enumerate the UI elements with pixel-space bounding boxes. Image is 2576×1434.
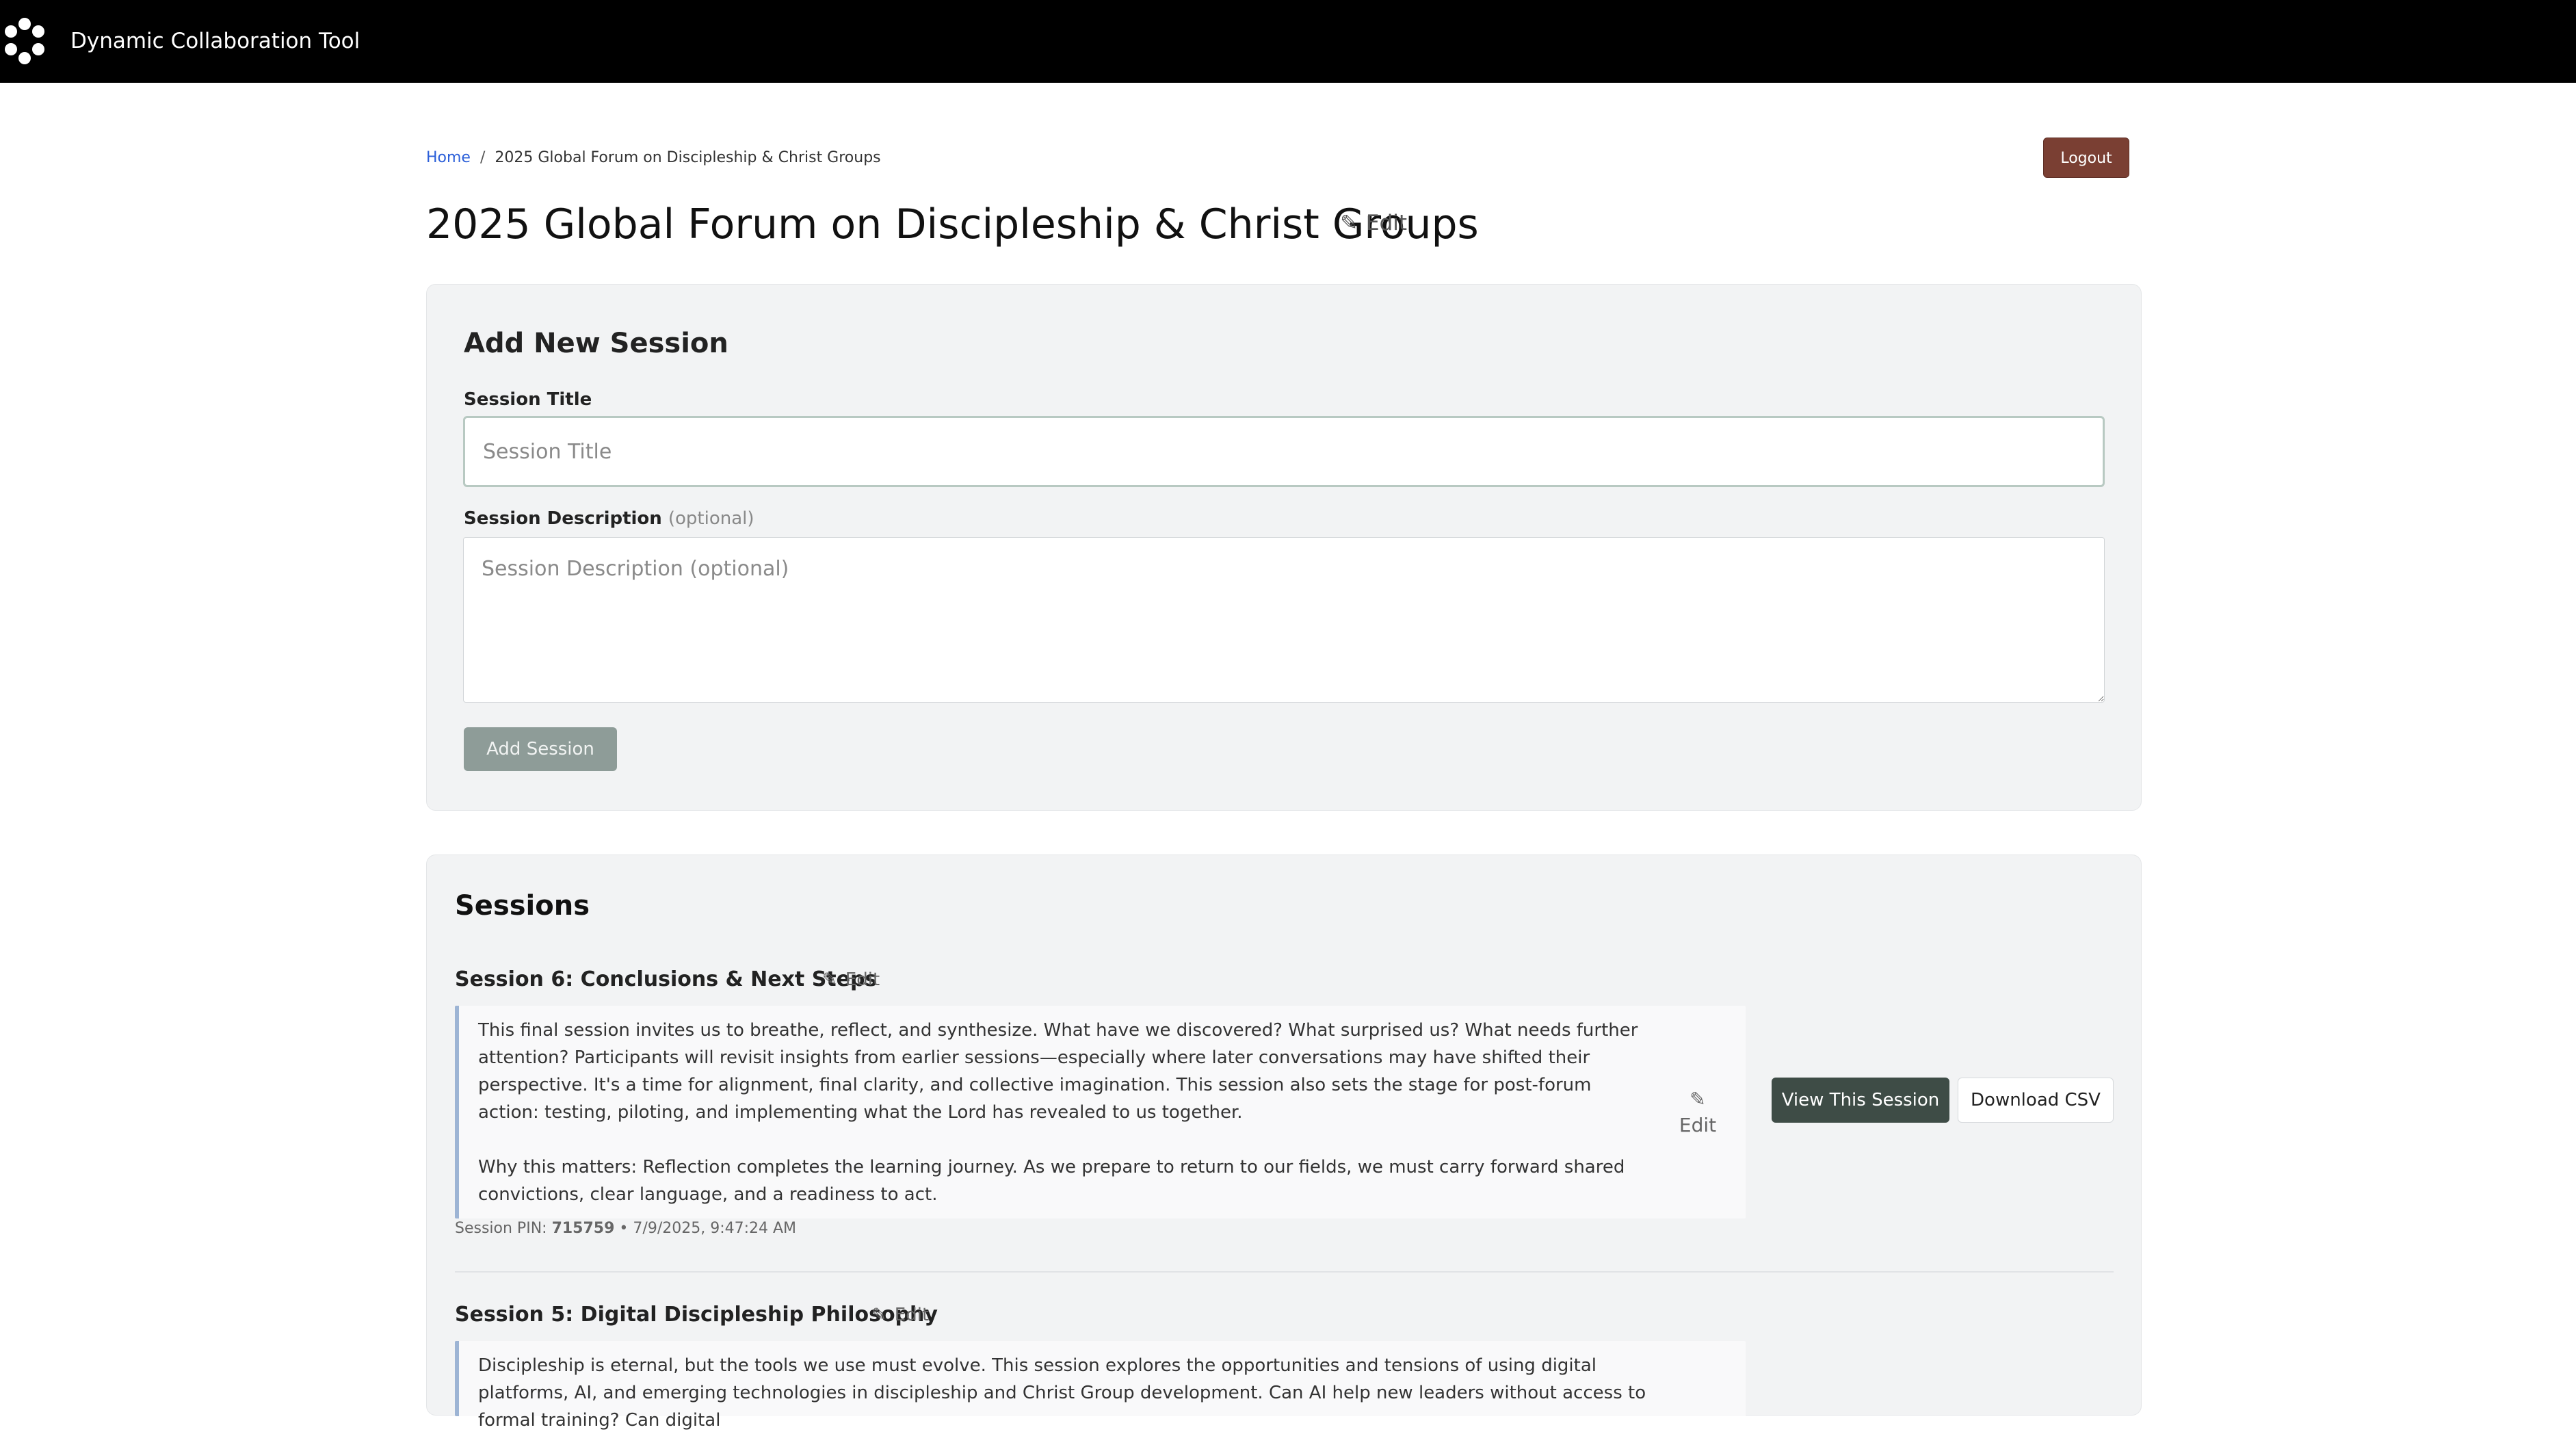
- session-pin-label: Session PIN:: [455, 1220, 547, 1237]
- sessions-card: Sessions Session 6: Conclusions & Next S…: [426, 855, 2142, 1431]
- session-description-input[interactable]: [463, 537, 2105, 703]
- optional-hint: (optional): [668, 508, 754, 529]
- edit-description-button[interactable]: ✎ Edit: [1670, 1086, 1725, 1138]
- session-description-label-text: Session Description: [464, 508, 662, 529]
- session-description-paragraph: Discipleship is eternal, but the tools w…: [478, 1355, 1646, 1431]
- session-description: Discipleship is eternal, but the tools w…: [455, 1341, 1746, 1431]
- page-title: 2025 Global Forum on Discipleship & Chri…: [426, 200, 1479, 248]
- edit-title-label: Edit: [1365, 211, 1408, 235]
- session-timestamp: 7/9/2025, 9:47:24 AM: [633, 1220, 797, 1237]
- pencil-icon: ✎: [1340, 211, 1358, 235]
- session-title-label: Session Title: [464, 389, 592, 410]
- logout-button[interactable]: Logout: [2043, 138, 2129, 178]
- edit-session-button[interactable]: ✎ Edit: [822, 966, 880, 993]
- breadcrumb: Home / 2025 Global Forum on Discipleship &…: [426, 148, 881, 168]
- session-description-paragraph: Why this matters: Reflection completes t…: [478, 1157, 1625, 1205]
- edit-title-button[interactable]: ✎ Edit: [1340, 209, 1407, 237]
- session-title: Session 6: Conclusions & Next Steps: [455, 967, 878, 991]
- app-title[interactable]: Dynamic Collaboration Tool: [70, 27, 360, 55]
- pencil-icon: ✎: [871, 1305, 886, 1325]
- session-meta: Session PIN: 715759 • 7/9/2025, 9:47:24 …: [455, 1218, 796, 1239]
- edit-description-label: Edit: [1679, 1114, 1717, 1136]
- session-description-label: Session Description (optional): [464, 507, 754, 530]
- breadcrumb-current: 2025 Global Forum on Discipleship & Chri…: [495, 149, 881, 166]
- breadcrumb-home-link[interactable]: Home: [426, 149, 471, 166]
- pencil-icon: ✎: [822, 969, 837, 990]
- view-session-button[interactable]: View This Session: [1772, 1078, 1949, 1123]
- pencil-icon: ✎: [1690, 1088, 1706, 1110]
- session-pin: 715759: [551, 1220, 615, 1237]
- download-csv-button[interactable]: Download CSV: [1958, 1078, 2114, 1123]
- session-description: This final session invites us to breathe…: [455, 1006, 1746, 1218]
- edit-session-label: Edit: [845, 969, 880, 990]
- breadcrumb-separator: /: [479, 149, 486, 166]
- add-session-heading: Add New Session: [464, 328, 728, 359]
- add-session-card: Add New Session Session Title Session De…: [426, 284, 2142, 811]
- meta-separator: •: [619, 1220, 629, 1237]
- sessions-heading: Sessions: [455, 890, 590, 922]
- add-session-button[interactable]: Add Session: [464, 727, 617, 771]
- app-logo-icon[interactable]: [0, 16, 49, 66]
- session-divider: [455, 1271, 2114, 1273]
- session-title: Session 5: Digital Discipleship Philosop…: [455, 1303, 938, 1327]
- session-description-paragraph: This final session invites us to breathe…: [478, 1020, 1638, 1123]
- edit-session-button[interactable]: ✎ Edit: [871, 1301, 929, 1329]
- top-navbar: Dynamic Collaboration Tool: [0, 0, 2576, 83]
- session-title-input[interactable]: [463, 416, 2105, 487]
- edit-session-label: Edit: [894, 1305, 930, 1325]
